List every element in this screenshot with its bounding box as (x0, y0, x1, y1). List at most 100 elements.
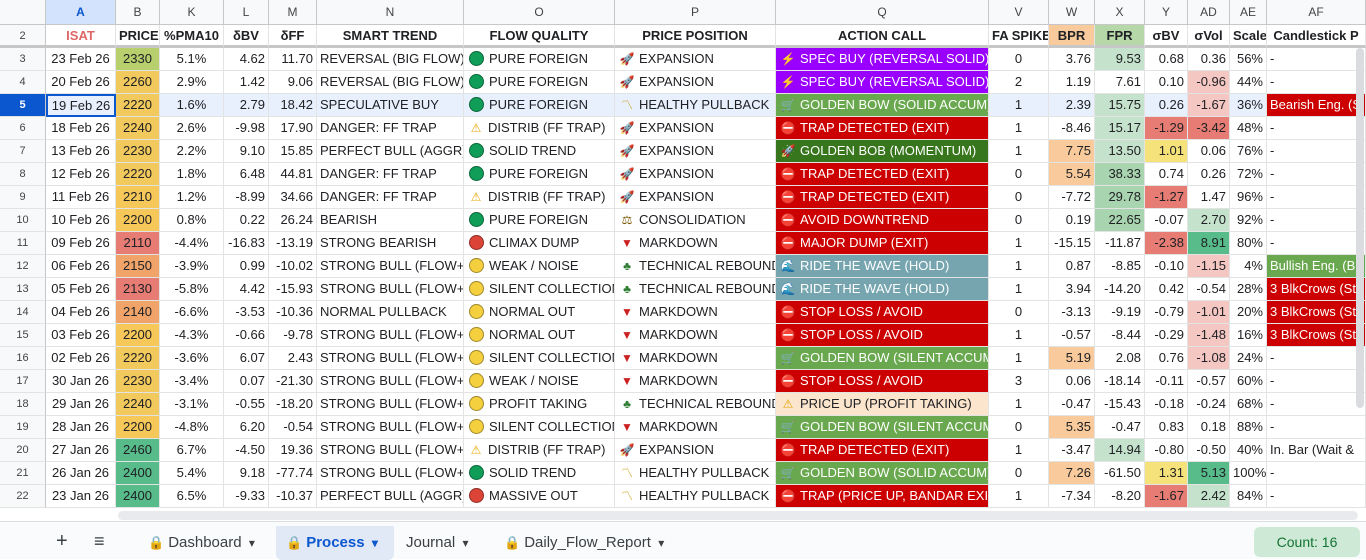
cell-sbv[interactable]: 0.42 (1145, 278, 1188, 301)
caret-down-icon[interactable]: ▾ (369, 536, 378, 550)
cell-action[interactable]: 🛒 GOLDEN BOW (SOLID ACCUM) (776, 462, 989, 485)
cell-dbv[interactable]: -16.83 (224, 232, 269, 255)
cell-dff[interactable]: 44.81 (269, 163, 317, 186)
column-letter-l[interactable]: L (224, 0, 269, 25)
cell-scale[interactable]: 28% (1230, 278, 1267, 301)
cell-dbv[interactable]: 6.48 (224, 163, 269, 186)
cell-action[interactable]: ⛔ TRAP DETECTED (EXIT) (776, 186, 989, 209)
cell-action[interactable]: 🛒 GOLDEN BOW (SILENT ACCUM) (776, 416, 989, 439)
cell-pos[interactable]: 🚀 EXPANSION (615, 48, 776, 71)
row-number[interactable]: 13 (0, 278, 46, 301)
cell-pos[interactable]: 🚀 EXPANSION (615, 71, 776, 94)
cell-action[interactable]: ⛔ STOP LOSS / AVOID (776, 301, 989, 324)
cell-candle[interactable]: - (1267, 117, 1366, 140)
row-number[interactable]: 4 (0, 71, 46, 94)
header-cell-a[interactable]: ISAT (46, 25, 116, 48)
cell-action[interactable]: ⛔ MAJOR DUMP (EXIT) (776, 232, 989, 255)
cell-flow[interactable]: NORMAL OUT (464, 324, 615, 347)
cell-sbv[interactable]: -0.07 (1145, 209, 1188, 232)
cell-scale[interactable]: 100% (1230, 462, 1267, 485)
cell-dff[interactable]: -10.02 (269, 255, 317, 278)
column-letter-a[interactable]: A (46, 0, 116, 25)
cell-svol[interactable]: 1.47 (1188, 186, 1230, 209)
sheet-tab-dashboard[interactable]: 🔒 Dashboard ▾ (138, 526, 272, 560)
cell-scale[interactable]: 48% (1230, 117, 1267, 140)
cell-pos[interactable]: ♣ TECHNICAL REBOUND (615, 393, 776, 416)
cell-pos[interactable]: 🚀 EXPANSION (615, 186, 776, 209)
cell-price[interactable]: 2240 (116, 117, 160, 140)
cell-price[interactable]: 2140 (116, 301, 160, 324)
cell-pma[interactable]: -3.1% (160, 393, 224, 416)
cell-date[interactable]: 26 Jan 26 (46, 462, 116, 485)
cell-fa[interactable]: 1 (989, 347, 1049, 370)
cell-scale[interactable]: 20% (1230, 301, 1267, 324)
cell-bpr[interactable]: -8.46 (1049, 117, 1095, 140)
cell-fpr[interactable]: -14.20 (1095, 278, 1145, 301)
column-letter-k[interactable]: K (160, 0, 224, 25)
cell-fa[interactable]: 1 (989, 393, 1049, 416)
cell-dbv[interactable]: -8.99 (224, 186, 269, 209)
cell-pos[interactable]: ♣ TECHNICAL REBOUND (615, 278, 776, 301)
cell-dbv[interactable]: 9.18 (224, 462, 269, 485)
cell-pos[interactable]: ▼ MARKDOWN (615, 232, 776, 255)
cell-fpr[interactable]: -15.43 (1095, 393, 1145, 416)
cell-price[interactable]: 2400 (116, 485, 160, 508)
cell-flow[interactable]: ⚠ DISTRIB (FF TRAP) (464, 439, 615, 462)
cell-pos[interactable]: 🚀 EXPANSION (615, 140, 776, 163)
cell-candle[interactable]: - (1267, 232, 1366, 255)
cell-dff[interactable]: -9.78 (269, 324, 317, 347)
cell-action[interactable]: ⛔ TRAP (PRICE UP, BANDAR EXIT) (776, 485, 989, 508)
header-cell-p[interactable]: PRICE POSITION (615, 25, 776, 48)
cell-action[interactable]: ⚡ SPEC BUY (REVERSAL SOLID) (776, 48, 989, 71)
cell-pma[interactable]: -6.6% (160, 301, 224, 324)
row-number[interactable]: 18 (0, 393, 46, 416)
cell-price[interactable]: 2200 (116, 416, 160, 439)
cell-pos[interactable]: ▼ MARKDOWN (615, 416, 776, 439)
cell-fa[interactable]: 1 (989, 94, 1049, 117)
cell-flow[interactable]: PURE FOREIGN (464, 94, 615, 117)
cell-pos[interactable]: ▼ MARKDOWN (615, 347, 776, 370)
cell-date[interactable]: 12 Feb 26 (46, 163, 116, 186)
cell-sbv[interactable]: 0.68 (1145, 48, 1188, 71)
cell-bpr[interactable]: -15.15 (1049, 232, 1095, 255)
cell-price[interactable]: 2260 (116, 71, 160, 94)
cell-scale[interactable]: 68% (1230, 393, 1267, 416)
cell-bpr[interactable]: 0.06 (1049, 370, 1095, 393)
row-number[interactable]: 15 (0, 324, 46, 347)
cell-svol[interactable]: 0.06 (1188, 140, 1230, 163)
cell-dff[interactable]: -10.36 (269, 301, 317, 324)
cell-dbv[interactable]: -0.55 (224, 393, 269, 416)
cell-sbv[interactable]: 0.26 (1145, 94, 1188, 117)
cell-dff[interactable]: -13.19 (269, 232, 317, 255)
cell-trend[interactable]: STRONG BEARISH (317, 232, 464, 255)
cell-flow[interactable]: NORMAL OUT (464, 301, 615, 324)
cell-pma[interactable]: -3.9% (160, 255, 224, 278)
cell-sbv[interactable]: 1.01 (1145, 140, 1188, 163)
cell-flow[interactable]: PURE FOREIGN (464, 71, 615, 94)
column-letter-m[interactable]: M (269, 0, 317, 25)
cell-sbv[interactable]: -1.29 (1145, 117, 1188, 140)
cell-flow[interactable]: ⚠ DISTRIB (FF TRAP) (464, 117, 615, 140)
cell-fa[interactable]: 3 (989, 370, 1049, 393)
column-letter-x[interactable]: X (1095, 0, 1145, 25)
cell-fpr[interactable]: -8.85 (1095, 255, 1145, 278)
cell-pos[interactable]: ▼ MARKDOWN (615, 324, 776, 347)
cell-scale[interactable]: 88% (1230, 416, 1267, 439)
column-letter-ad[interactable]: AD (1188, 0, 1230, 25)
cell-price[interactable]: 2220 (116, 347, 160, 370)
cell-pos[interactable]: ▼ MARKDOWN (615, 370, 776, 393)
cell-trend[interactable]: PERFECT BULL (AGGR) (317, 485, 464, 508)
cell-dbv[interactable]: -9.98 (224, 117, 269, 140)
sheet-tab-journal[interactable]: Journal ▾ (396, 526, 492, 560)
cell-sbv[interactable]: -0.29 (1145, 324, 1188, 347)
row-number[interactable]: 6 (0, 117, 46, 140)
cell-fa[interactable]: 0 (989, 48, 1049, 71)
cell-pos[interactable]: ♣ TECHNICAL REBOUND (615, 255, 776, 278)
cell-dbv[interactable]: -3.53 (224, 301, 269, 324)
cell-fpr[interactable]: -9.19 (1095, 301, 1145, 324)
cell-date[interactable]: 09 Feb 26 (46, 232, 116, 255)
cell-fpr[interactable]: -61.50 (1095, 462, 1145, 485)
cell-fa[interactable]: 0 (989, 186, 1049, 209)
cell-sbv[interactable]: 0.10 (1145, 71, 1188, 94)
cell-trend[interactable]: SPECULATIVE BUY (317, 94, 464, 117)
